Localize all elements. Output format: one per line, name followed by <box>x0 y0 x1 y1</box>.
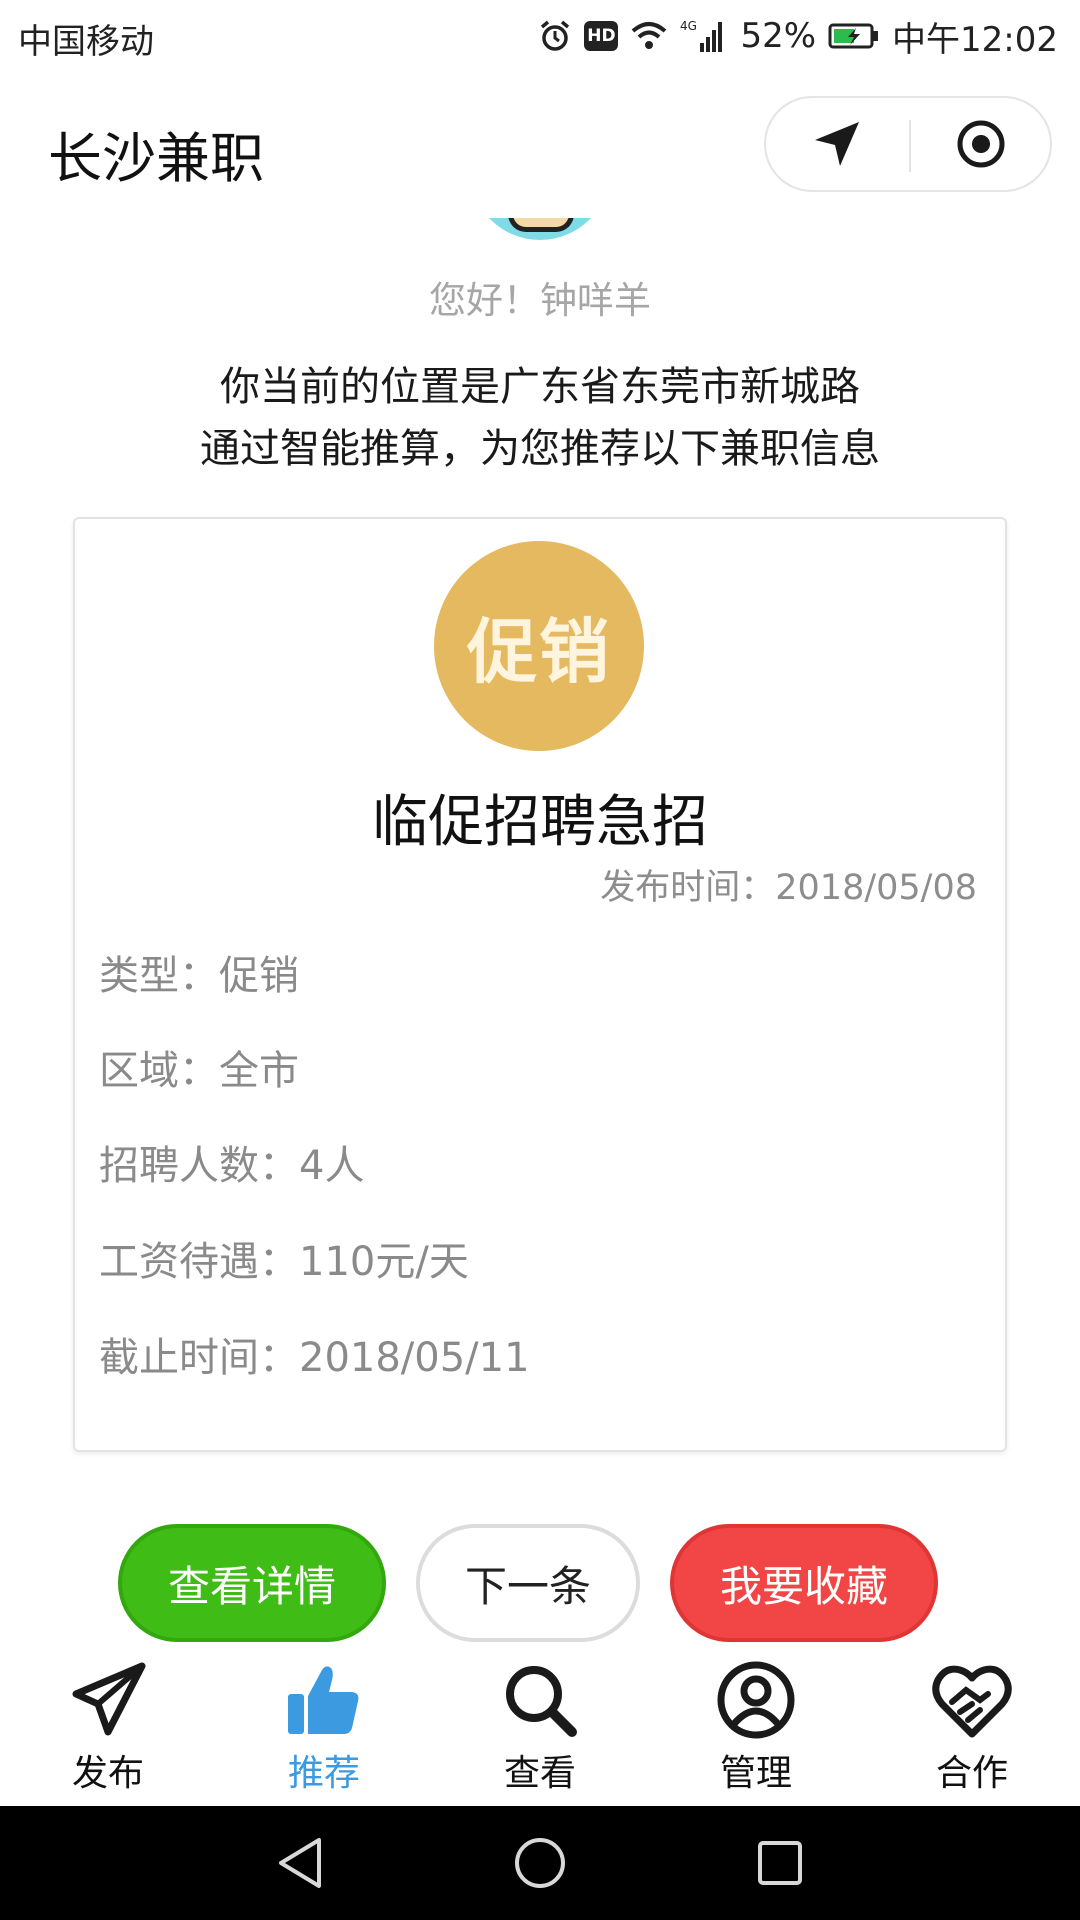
job-deadline: 截止时间：2018/05/11 <box>99 1335 530 1381</box>
send-icon <box>66 1658 150 1742</box>
job-area: 区域：全市 <box>99 1048 299 1094</box>
job-card[interactable]: 促销 临促招聘急招 发布时间：2018/05/08 类型：促销 区域：全市 招聘… <box>73 517 1007 1452</box>
network-type-label: 4G <box>680 19 697 33</box>
wifi-icon <box>630 20 668 52</box>
navigation-arrow-icon <box>815 122 859 166</box>
user-circle-icon <box>714 1658 798 1742</box>
location-info: 你当前的位置是广东省东莞市新城路 通过智能推算，为您推荐以下兼职信息 <box>0 356 1080 480</box>
tab-label: 管理 <box>719 1753 792 1794</box>
search-icon <box>498 1658 582 1742</box>
home-circle-icon <box>515 1838 565 1888</box>
status-icons: HD 4G 52% 中午12:02 <box>538 12 1058 60</box>
system-nav-bar <box>0 1806 1080 1920</box>
thumbs-up-icon <box>282 1658 366 1742</box>
close-program-button[interactable] <box>910 98 1052 190</box>
target-icon <box>957 120 1005 168</box>
page-title: 长沙兼职 <box>48 127 264 190</box>
tab-label: 查看 <box>503 1753 576 1794</box>
home-button[interactable] <box>480 1806 600 1920</box>
job-type: 类型：促销 <box>99 953 299 999</box>
battery-percent: 52% <box>740 16 817 56</box>
tab-manage[interactable]: 管理 <box>648 1650 864 1806</box>
tab-publish[interactable]: 发布 <box>0 1650 216 1806</box>
recommendation-line: 通过智能推算，为您推荐以下兼职信息 <box>200 426 880 472</box>
mini-program-capsule <box>764 96 1052 192</box>
hd-icon: HD <box>584 21 619 51</box>
location-button[interactable] <box>766 98 908 190</box>
back-button[interactable] <box>240 1806 360 1920</box>
view-details-button[interactable]: 查看详情 <box>118 1524 386 1642</box>
clock: 中午12:02 <box>892 19 1058 60</box>
tab-browse[interactable]: 查看 <box>432 1650 648 1806</box>
job-salary: 工资待遇：110元/天 <box>99 1239 469 1285</box>
nav-header: 长沙兼职 <box>0 74 1080 220</box>
favorite-button[interactable]: 我要收藏 <box>670 1524 938 1642</box>
tab-cooperate[interactable]: 合作 <box>864 1650 1080 1806</box>
recents-button[interactable] <box>720 1806 840 1920</box>
battery-icon <box>828 22 880 50</box>
job-headcount: 招聘人数：4人 <box>99 1143 365 1189</box>
tab-bar: 发布 推荐 查看 管理 合作 <box>0 1650 1080 1806</box>
tab-label: 发布 <box>71 1753 144 1794</box>
handshake-icon <box>930 1658 1014 1742</box>
publish-time: 发布时间：2018/05/08 <box>600 868 977 908</box>
carrier-name: 中国移动 <box>18 22 154 62</box>
back-triangle-icon <box>279 1838 321 1888</box>
tab-label: 合作 <box>935 1753 1008 1794</box>
tab-label: 推荐 <box>287 1753 360 1794</box>
recents-square-icon <box>758 1841 802 1885</box>
alarm-icon <box>538 19 572 53</box>
next-button[interactable]: 下一条 <box>416 1524 640 1642</box>
job-title: 临促招聘急招 <box>372 790 708 855</box>
category-badge: 促销 <box>434 541 644 751</box>
status-bar: 中国移动 HD 4G 52% 中午12:02 <box>0 0 1080 74</box>
signal-icon: 4G <box>680 19 728 53</box>
greeting-text: 您好！钟咩羊 <box>429 279 651 322</box>
tab-recommend[interactable]: 推荐 <box>216 1650 432 1806</box>
location-line: 你当前的位置是广东省东莞市新城路 <box>220 364 860 410</box>
avatar <box>470 218 610 244</box>
